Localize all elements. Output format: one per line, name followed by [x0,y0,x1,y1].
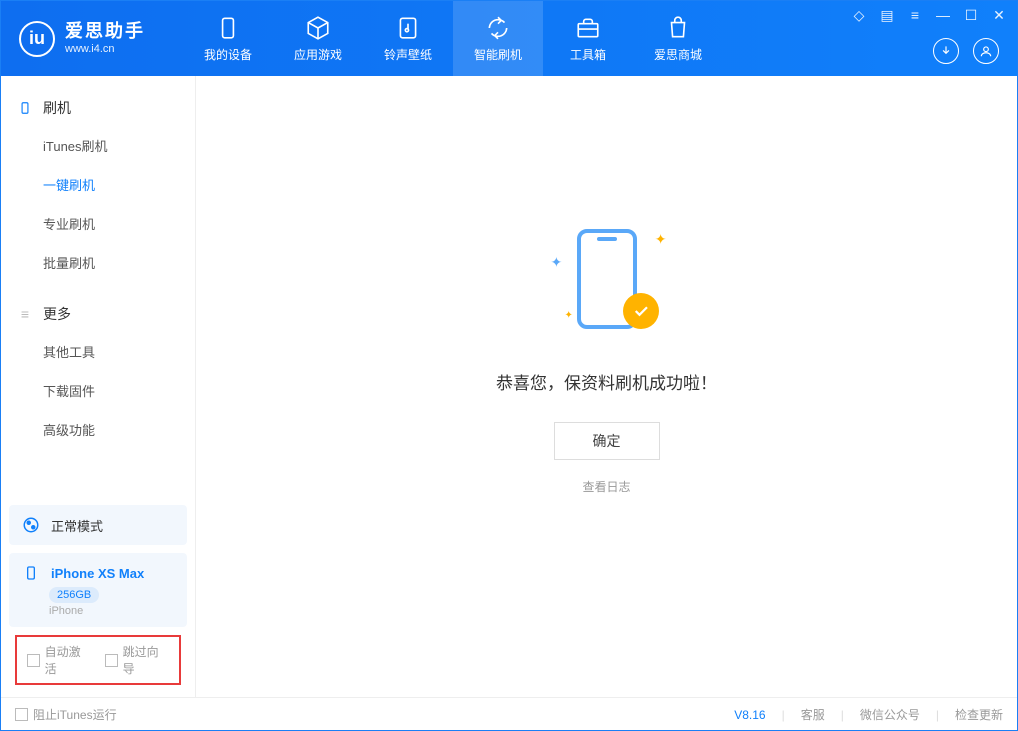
download-icon[interactable] [933,38,959,64]
menu-icon[interactable]: ≡ [907,7,923,24]
footer-link-support[interactable]: 客服 [801,706,825,723]
device-icon [215,15,241,41]
nav-toolbox[interactable]: 工具箱 [543,1,633,76]
sparkle-icon: ✦ [551,254,563,271]
sidebar-item-advanced[interactable]: 高级功能 [43,410,195,449]
main-content: ✦ ✦ ✦ 恭喜您，保资料刷机成功啦！ 确定 查看日志 [196,76,1017,697]
checkbox-auto-activate[interactable]: 自动激活 [27,643,91,677]
success-message: 恭喜您，保资料刷机成功啦！ [496,369,717,394]
shirt-icon[interactable]: ◇ [851,7,867,24]
nav-label: 我的设备 [204,46,252,63]
checkbox-block-itunes[interactable]: 阻止iTunes运行 [15,706,117,723]
sidebar-item-batch-flash[interactable]: 批量刷机 [43,243,195,282]
nav-label: 爱思商城 [654,46,702,63]
user-icon[interactable] [973,38,999,64]
sparkle-icon: ✦ [655,231,667,248]
music-icon [395,15,421,41]
sidebar-item-oneclick-flash[interactable]: 一键刷机 [43,165,195,204]
footer-link-wechat[interactable]: 微信公众号 [860,706,920,723]
device-info-box[interactable]: iPhone XS Max 256GB iPhone [9,553,187,627]
refresh-icon [485,15,511,41]
nav-label: 工具箱 [570,46,606,63]
sidebar-item-pro-flash[interactable]: 专业刷机 [43,204,195,243]
device-mode-box[interactable]: 正常模式 [9,505,187,545]
view-log-link[interactable]: 查看日志 [582,478,630,495]
nav-label: 铃声壁纸 [384,46,432,63]
window-controls: ◇ ▤ ≡ — ☐ ✕ [851,7,1007,24]
app-header: iu 爱思助手 www.i4.cn 我的设备 应用游戏 铃声壁纸 智能刷机 工具… [1,1,1017,76]
app-url: www.i4.cn [65,43,145,56]
phone-icon [17,100,33,116]
list-icon[interactable]: ▤ [879,7,895,24]
logo-area: iu 爱思助手 www.i4.cn [1,21,163,57]
checkmark-badge-icon [623,293,659,329]
options-highlight: 自动激活 跳过向导 [15,635,181,685]
nav-label: 智能刷机 [474,46,522,63]
mode-label: 正常模式 [51,516,103,535]
logo-icon: iu [19,21,55,57]
sidebar: 刷机 iTunes刷机 一键刷机 专业刷机 批量刷机 ≡ 更多 其他工具 下载固… [1,76,196,697]
nav-label: 应用游戏 [294,46,342,63]
header-action-icons [933,38,999,64]
sidebar-item-itunes-flash[interactable]: iTunes刷机 [43,126,195,165]
maximize-button[interactable]: ☐ [963,7,979,24]
sidebar-item-other-tools[interactable]: 其他工具 [43,332,195,371]
device-storage: 256GB [49,587,99,603]
version-label: V8.16 [734,708,765,722]
device-platform: iPhone [49,605,83,617]
section-title: 刷机 [43,98,71,118]
section-title: 更多 [43,304,71,324]
toolbox-icon [575,15,601,41]
list-icon: ≡ [17,306,33,322]
app-name: 爱思助手 [65,21,145,43]
checkbox-label: 跳过向导 [123,643,169,677]
close-button[interactable]: ✕ [991,7,1007,24]
sidebar-item-download-firmware[interactable]: 下载固件 [43,371,195,410]
nav-apps-games[interactable]: 应用游戏 [273,1,363,76]
nav-my-device[interactable]: 我的设备 [183,1,273,76]
device-name: iPhone XS Max [51,566,144,581]
shop-icon [665,15,691,41]
footer: 阻止iTunes运行 V8.16 | 客服 | 微信公众号 | 检查更新 [1,697,1017,731]
nav-ringtones[interactable]: 铃声壁纸 [363,1,453,76]
checkbox-label: 阻止iTunes运行 [33,706,117,723]
checkbox-label: 自动激活 [45,643,91,677]
sparkle-icon: ✦ [565,310,573,321]
ok-button[interactable]: 确定 [554,422,660,460]
phone-icon [21,563,41,583]
mode-icon [21,515,41,535]
cube-icon [305,15,331,41]
minimize-button[interactable]: — [935,7,951,24]
nav-shop[interactable]: 爱思商城 [633,1,723,76]
checkbox-skip-guide[interactable]: 跳过向导 [105,643,169,677]
success-illustration: ✦ ✦ ✦ [547,219,667,339]
footer-link-update[interactable]: 检查更新 [955,706,1003,723]
nav-smart-flash[interactable]: 智能刷机 [453,1,543,76]
main-nav: 我的设备 应用游戏 铃声壁纸 智能刷机 工具箱 爱思商城 [183,1,723,76]
sidebar-section-flash: 刷机 [1,90,195,126]
sidebar-section-more: ≡ 更多 [1,296,195,332]
